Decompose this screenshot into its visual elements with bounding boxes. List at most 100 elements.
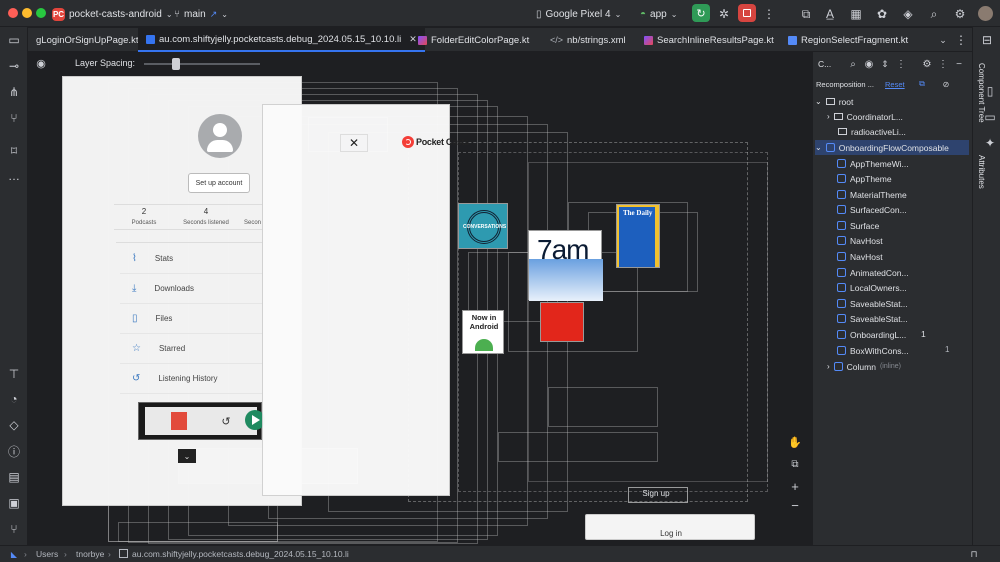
red-podcast-cover[interactable]	[540, 302, 584, 342]
project-selector[interactable]: PC pocket-casts-android ⌄	[52, 6, 173, 22]
zoom-in-icon[interactable]: +	[788, 479, 802, 494]
zoom-out-icon[interactable]: −	[788, 498, 802, 513]
more-tools-icon[interactable]: …	[6, 168, 22, 184]
tree-node[interactable]: NavHost	[837, 249, 883, 264]
translate-icon[interactable]: A̲	[822, 6, 838, 22]
run-config-selector[interactable]: ◓ app ⌄	[640, 6, 677, 22]
plugin-icon[interactable]: ✿	[874, 6, 890, 22]
structure-icon[interactable]: ⋔	[6, 84, 22, 100]
tree-node[interactable]: OnboardingL...	[837, 327, 906, 342]
project-folder-icon[interactable]: ▭	[6, 32, 22, 48]
breadcrumb-item[interactable]: au.com.shiftyjelly.pocketcasts.debug_202…	[132, 549, 349, 559]
layout-icon[interactable]: ▦	[848, 6, 864, 22]
layer-spacing-slider[interactable]	[144, 63, 260, 65]
notifications-icon[interactable]: ⊟	[979, 32, 995, 48]
pull-requests-icon[interactable]: ⑂	[6, 110, 22, 126]
breadcrumb-item[interactable]: tnorbye	[76, 549, 104, 559]
version-control-icon[interactable]: ⑂	[6, 521, 22, 537]
layer-spacing-slider-thumb[interactable]	[172, 58, 181, 70]
set-up-account-button[interactable]: Set up account	[188, 173, 250, 193]
close-icon[interactable]: ✕	[340, 134, 368, 152]
search-icon[interactable]: ⌕	[847, 58, 859, 70]
sign-up-button[interactable]: Sign up	[636, 489, 676, 501]
device-icon[interactable]: ▯	[982, 83, 998, 99]
skip-back-icon[interactable]: ↺	[219, 414, 233, 428]
running-devices-icon[interactable]: ▭	[982, 109, 998, 125]
more-icon[interactable]: ⋮	[937, 58, 949, 70]
avatar[interactable]	[978, 6, 993, 21]
tree-node[interactable]: LocalOwners...	[837, 280, 907, 295]
tree-node[interactable]: › CoordinatorL...	[827, 109, 903, 124]
breadcrumb-item[interactable]: Users	[36, 549, 58, 559]
search-icon[interactable]: ⌕	[926, 6, 942, 22]
gem-icon[interactable]: ◇	[6, 417, 22, 433]
gradle-icon[interactable]: ◈	[900, 6, 916, 22]
tree-node[interactable]: NavHost	[837, 233, 883, 248]
tree-node[interactable]: AppThemeWi...	[837, 156, 909, 171]
tree-node[interactable]: AppTheme	[837, 171, 892, 186]
more-icon[interactable]: ⋮	[762, 6, 776, 22]
tree-node[interactable]: SaveableStat...	[837, 311, 908, 326]
settings-gear-icon[interactable]: ⚙	[921, 58, 933, 70]
conversations-cover[interactable]: CONVERSATIONS	[458, 203, 508, 249]
log-in-button[interactable]: Log in	[585, 514, 755, 540]
debug-icon[interactable]: ✲	[716, 6, 732, 22]
problems-icon[interactable]: ⓘ	[6, 443, 22, 459]
tree-node[interactable]: SurfacedCon...	[837, 202, 907, 217]
logcat-icon[interactable]: ▤	[6, 469, 22, 485]
minimize-panel-icon[interactable]: −	[953, 58, 965, 70]
tree-node[interactable]: › Column (inline)	[827, 359, 901, 374]
tree-node[interactable]: AnimatedCon...	[837, 265, 909, 280]
device-selector[interactable]: ▯ Google Pixel 4 ⌄	[536, 6, 621, 22]
tab-folder-edit-color[interactable]: FolderEditColorPage.kt	[410, 28, 537, 52]
tree-node-selected[interactable]: ⌄ OnboardingFlowComposable	[815, 140, 969, 155]
profiler-icon[interactable]: ◔	[6, 391, 22, 407]
rerun-button[interactable]: ↻	[692, 4, 710, 22]
mini-player[interactable]: ↺	[138, 402, 265, 440]
tree-node-root[interactable]: ⌄ root	[815, 94, 853, 109]
eye-icon[interactable]: ◉	[863, 58, 875, 70]
no-entry-icon[interactable]: ⊘	[941, 79, 951, 89]
now-in-android-cover[interactable]: Now in Android	[462, 310, 504, 354]
bookmarks-icon[interactable]: ⌑	[6, 143, 22, 159]
tab-region-select-fragment[interactable]: RegionSelectFragment.kt	[780, 28, 916, 52]
tree-node[interactable]: BoxWithCons...	[837, 343, 909, 358]
more-options-icon[interactable]: ⋮	[895, 58, 907, 70]
minimize-window-button[interactable]	[22, 8, 32, 18]
lock-icon[interactable]: ⊓	[968, 548, 980, 560]
layout-inspector-canvas[interactable]: ◉ Layer Spacing: Set up account 2 Podcas…	[28, 52, 812, 545]
seven-am-cover[interactable]: 7am	[528, 230, 603, 301]
build-hammer-icon[interactable]: ⊤	[6, 366, 22, 382]
terminal-icon[interactable]: ▣	[6, 495, 22, 511]
gemini-sparkle-icon[interactable]: ✦	[982, 135, 998, 151]
chevron-right-icon: ›	[827, 112, 830, 121]
chevron-down-icon[interactable]: ⌄	[178, 449, 196, 463]
expand-collapse-icon[interactable]: ⇕	[879, 58, 891, 70]
tree-node[interactable]: Surface	[837, 218, 879, 233]
commit-icon[interactable]: ⊸	[6, 58, 22, 74]
side-tab-attributes[interactable]: Attributes	[977, 155, 986, 189]
onboarding-screen-layer[interactable]	[262, 104, 450, 496]
tree-node[interactable]: radioactiveLi...	[838, 124, 906, 139]
branch-selector[interactable]: ⑂ main ↗ ⌄	[174, 6, 228, 22]
close-window-button[interactable]	[8, 8, 18, 18]
stop-button[interactable]	[738, 4, 756, 22]
copy-icon[interactable]: ⧉	[917, 79, 927, 89]
tab-strings-xml[interactable]: </> nb/strings.xml	[542, 28, 634, 52]
tab-options-more-icon[interactable]: ⋮	[954, 32, 968, 48]
tab-layout-inspector-snapshot[interactable]: au.com.shiftyjelly.pocketcasts.debug_202…	[138, 28, 425, 52]
tree-node[interactable]: MaterialTheme	[837, 187, 907, 202]
settings-gear-icon[interactable]: ⚙	[952, 6, 968, 22]
layers-icon[interactable]: ⧉	[788, 457, 802, 471]
pan-hand-icon[interactable]: ✋	[788, 435, 802, 449]
device-manager-icon[interactable]: ⧉	[798, 6, 814, 22]
tab-search-inline-results[interactable]: SearchInlineResultsPage.kt	[636, 28, 782, 52]
the-daily-cover[interactable]: The Daily	[616, 204, 660, 268]
tab-login-or-signup[interactable]: gLoginOrSignUpPage.kt	[28, 28, 146, 52]
tree-node[interactable]: SaveableStat...	[837, 296, 908, 311]
reset-link[interactable]: Reset	[885, 80, 905, 89]
tabs-overflow-chevron-icon[interactable]: ⌄	[936, 32, 950, 48]
zoom-window-button[interactable]	[36, 8, 46, 18]
run-config-name: app	[650, 8, 667, 20]
eye-icon[interactable]: ◉	[34, 56, 48, 70]
